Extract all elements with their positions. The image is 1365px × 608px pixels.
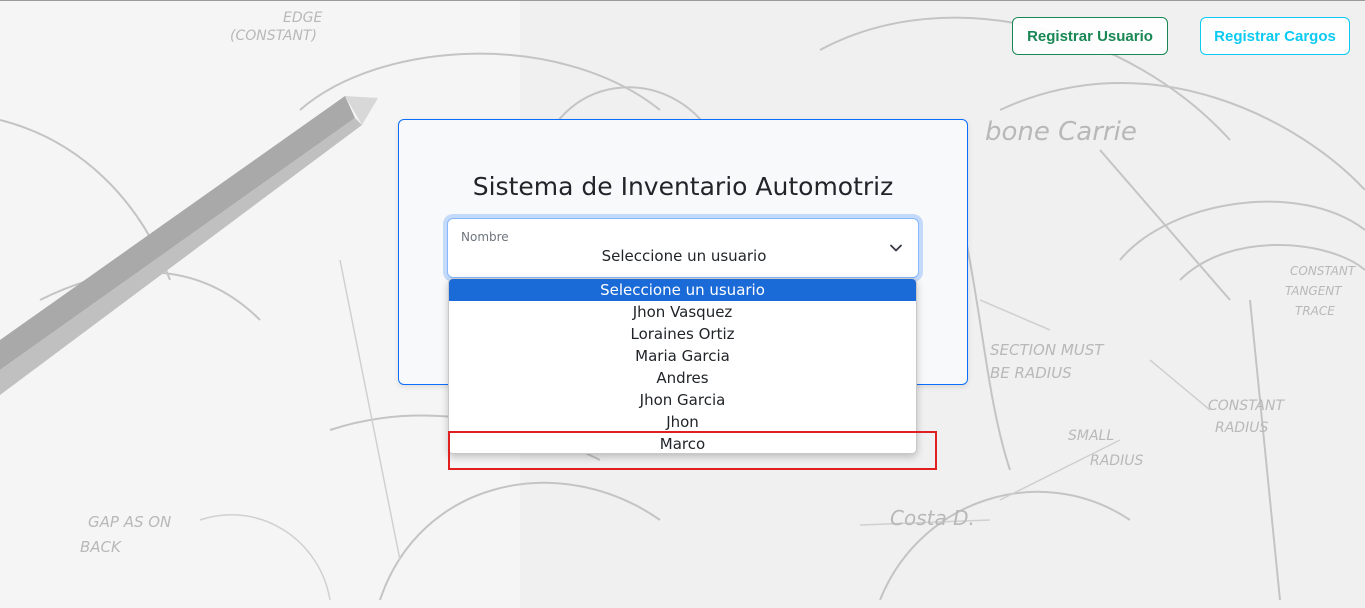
svg-text:(CONSTANT): (CONSTANT) bbox=[230, 28, 317, 44]
svg-text:bone Carrie: bone Carrie bbox=[985, 117, 1137, 147]
user-options-list: Seleccione un usuario Jhon Vasquez Lorai… bbox=[448, 278, 917, 454]
user-select-value: Seleccione un usuario bbox=[601, 247, 767, 265]
svg-text:TANGENT: TANGENT bbox=[1285, 284, 1343, 298]
chevron-down-icon bbox=[890, 244, 902, 252]
svg-text:CONSTANT: CONSTANT bbox=[1208, 398, 1285, 414]
page-title: Sistema de Inventario Automotriz bbox=[472, 172, 894, 201]
svg-text:RADIUS: RADIUS bbox=[1215, 420, 1268, 436]
svg-text:TRACE: TRACE bbox=[1295, 304, 1335, 318]
svg-text:CONSTANT: CONSTANT bbox=[1290, 264, 1357, 278]
option-maria-garcia[interactable]: Maria Garcia bbox=[449, 345, 916, 367]
register-user-button[interactable]: Registrar Usuario bbox=[1012, 17, 1168, 55]
svg-text:SMALL: SMALL bbox=[1068, 428, 1114, 444]
svg-text:GAP AS ON: GAP AS ON bbox=[88, 513, 171, 531]
svg-text:RADIUS: RADIUS bbox=[1090, 453, 1143, 469]
option-jhon[interactable]: Jhon bbox=[449, 411, 916, 433]
register-positions-button[interactable]: Registrar Cargos bbox=[1200, 17, 1350, 55]
svg-text:EDGE: EDGE bbox=[283, 10, 322, 26]
user-select[interactable]: Nombre Seleccione un usuario bbox=[447, 218, 919, 278]
top-border bbox=[0, 0, 1365, 1]
option-loraines-ortiz[interactable]: Loraines Ortiz bbox=[449, 323, 916, 345]
option-andres[interactable]: Andres bbox=[449, 367, 916, 389]
option-jhon-vasquez[interactable]: Jhon Vasquez bbox=[449, 301, 916, 323]
svg-text:BE RADIUS: BE RADIUS bbox=[990, 364, 1072, 382]
svg-text:Costa D.: Costa D. bbox=[890, 506, 975, 530]
svg-text:BACK: BACK bbox=[80, 538, 122, 556]
svg-text:SECTION MUST: SECTION MUST bbox=[990, 341, 1105, 359]
user-select-label: Nombre bbox=[461, 230, 509, 244]
option-seleccione-un-usuario[interactable]: Seleccione un usuario bbox=[449, 279, 916, 301]
annotation-highlight-box bbox=[448, 431, 937, 470]
option-jhon-garcia[interactable]: Jhon Garcia bbox=[449, 389, 916, 411]
